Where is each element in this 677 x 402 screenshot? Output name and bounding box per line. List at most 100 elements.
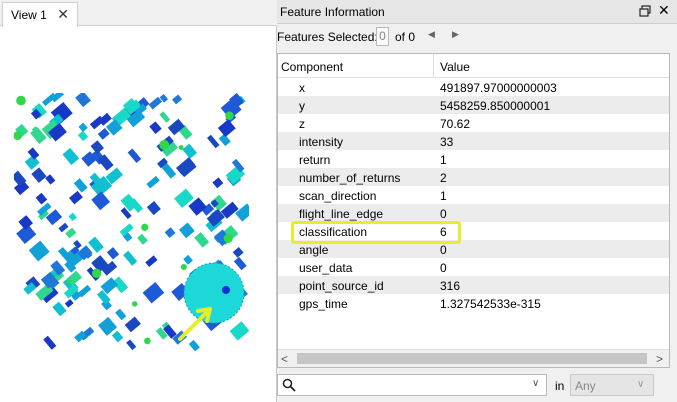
feature-table: Component Value x 491897.97000000003 y 5458… bbox=[277, 53, 670, 368]
building-block bbox=[159, 111, 171, 123]
table-row[interactable]: y 5458259.850000001 bbox=[278, 96, 669, 114]
selected-point[interactable] bbox=[222, 286, 230, 294]
building-block bbox=[212, 177, 224, 189]
row-component: x bbox=[299, 81, 305, 95]
building-block bbox=[35, 192, 48, 205]
building-block bbox=[146, 201, 161, 216]
float-icon[interactable] bbox=[638, 4, 652, 18]
building-block bbox=[77, 130, 89, 142]
horizontal-scrollbar[interactable]: < > bbox=[278, 349, 669, 367]
features-selected-row: Features Selected: 0 of 0 ◀ ▶ bbox=[277, 24, 677, 48]
table-row[interactable]: point_source_id 316 bbox=[278, 276, 669, 294]
next-feature-button[interactable]: ▶ bbox=[452, 29, 459, 40]
row-value: 0 bbox=[440, 261, 447, 275]
search-scope-select[interactable]: Any ∨ bbox=[570, 374, 654, 396]
building-block bbox=[182, 143, 198, 159]
column-header-component[interactable]: Component bbox=[278, 54, 434, 78]
row-component: number_of_returns bbox=[299, 171, 401, 185]
table-row[interactable]: flight_line_edge 0 bbox=[278, 204, 669, 222]
building-block bbox=[64, 299, 74, 308]
table-row[interactable]: x 491897.97000000003 bbox=[278, 78, 669, 96]
tree-points bbox=[91, 268, 102, 279]
row-value: 0 bbox=[440, 207, 447, 221]
row-value: 1.327542533e-315 bbox=[440, 297, 541, 311]
chevron-down-icon[interactable]: ∨ bbox=[532, 378, 539, 389]
close-icon[interactable]: ✕ bbox=[658, 3, 670, 17]
view-canvas[interactable] bbox=[0, 27, 276, 402]
building-block bbox=[127, 148, 142, 164]
building-block bbox=[178, 222, 195, 239]
search-input[interactable]: ∨ bbox=[277, 374, 547, 396]
row-value: 5458259.850000001 bbox=[440, 99, 551, 113]
table-row[interactable]: number_of_returns 2 bbox=[278, 168, 669, 186]
scroll-left-icon[interactable]: < bbox=[281, 352, 288, 366]
row-value: 316 bbox=[440, 279, 461, 293]
building-block bbox=[148, 96, 163, 110]
building-block bbox=[111, 330, 124, 343]
building-block bbox=[73, 178, 88, 193]
scroll-right-icon[interactable]: > bbox=[656, 352, 663, 366]
building-block bbox=[27, 147, 40, 160]
building-block bbox=[233, 256, 247, 271]
row-value: 1 bbox=[440, 189, 447, 203]
tree-points bbox=[144, 337, 151, 345]
tree-points bbox=[180, 263, 187, 271]
building-block bbox=[194, 232, 210, 248]
building-block bbox=[45, 174, 56, 185]
tree-points bbox=[16, 95, 26, 106]
building-block bbox=[45, 209, 63, 226]
row-component: point_source_id bbox=[299, 279, 384, 293]
building-block bbox=[149, 121, 162, 134]
table-row[interactable]: user_data 0 bbox=[278, 258, 669, 276]
row-value: 491897.97000000003 bbox=[440, 81, 557, 95]
app-root: View 1 ✕ Feature Information ✕ Features … bbox=[0, 0, 677, 402]
view-panel: View 1 ✕ bbox=[0, 0, 277, 402]
search-icon bbox=[282, 378, 296, 392]
building-block bbox=[183, 254, 193, 265]
selected-point-cluster[interactable] bbox=[183, 262, 245, 324]
building-block bbox=[97, 128, 110, 140]
table-row[interactable]: z 70.62 bbox=[278, 114, 669, 132]
view-tabbar: View 1 ✕ bbox=[0, 0, 277, 27]
building-block bbox=[137, 233, 148, 245]
building-block bbox=[232, 246, 244, 258]
building-block bbox=[188, 339, 200, 352]
row-component: return bbox=[299, 153, 331, 167]
building-block bbox=[124, 316, 141, 333]
building-block bbox=[146, 175, 160, 189]
column-header-value[interactable]: Value bbox=[435, 54, 669, 78]
row-component: intensity bbox=[299, 135, 344, 149]
row-component: scan_direction bbox=[299, 189, 377, 203]
building-block bbox=[145, 255, 158, 267]
tree-points bbox=[159, 139, 170, 150]
row-component: angle bbox=[299, 243, 329, 257]
table-row[interactable]: gps_time 1.327542533e-315 bbox=[278, 294, 669, 312]
building-block bbox=[43, 335, 57, 350]
building-block bbox=[217, 119, 236, 138]
close-icon[interactable]: ✕ bbox=[57, 7, 69, 21]
building-block bbox=[235, 203, 249, 222]
table-row[interactable]: scan_direction 1 bbox=[278, 186, 669, 204]
table-row[interactable]: return 1 bbox=[278, 150, 669, 168]
row-value: 33 bbox=[440, 135, 454, 149]
features-selected-label: Features Selected: bbox=[277, 30, 378, 44]
building-block bbox=[106, 247, 120, 260]
point-cloud-render bbox=[14, 93, 249, 352]
classification-highlight-box bbox=[291, 221, 461, 244]
building-block bbox=[62, 147, 80, 165]
prev-feature-button[interactable]: ◀ bbox=[428, 29, 435, 40]
tab-view-1[interactable]: View 1 ✕ bbox=[2, 2, 78, 27]
search-scope-label: in bbox=[555, 379, 565, 393]
selected-index-spinbox[interactable]: 0 bbox=[376, 27, 389, 46]
building-block bbox=[52, 301, 67, 317]
tree-points bbox=[178, 145, 184, 150]
tree-points bbox=[131, 301, 138, 307]
table-row[interactable]: intensity 33 bbox=[278, 132, 669, 150]
scroll-thumb[interactable] bbox=[297, 353, 647, 364]
building-block bbox=[206, 134, 220, 149]
building-block bbox=[126, 339, 137, 351]
tree-points bbox=[225, 111, 234, 120]
building-block bbox=[75, 93, 91, 108]
row-value: 0 bbox=[440, 243, 447, 257]
panel-titlebar: Feature Information ✕ bbox=[277, 0, 677, 24]
